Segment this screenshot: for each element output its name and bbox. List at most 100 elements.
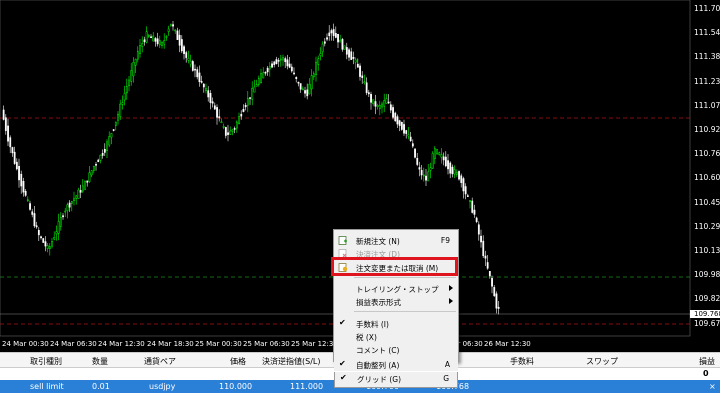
menu-auto-arrange[interactable]: ✔ 自動整列 (A) A xyxy=(334,358,458,371)
candle-body xyxy=(411,143,414,147)
candle-body xyxy=(218,116,221,119)
candle-body xyxy=(297,81,300,84)
candle-body xyxy=(154,38,157,42)
candle-body xyxy=(141,43,144,47)
candle-body xyxy=(150,36,152,38)
candle-body xyxy=(438,152,441,155)
candle-body xyxy=(213,105,216,110)
highlight-box xyxy=(331,257,458,276)
order-type: sell limit xyxy=(30,382,64,391)
candle-body xyxy=(378,104,381,109)
col-sl[interactable]: 決済逆指値(S/L) xyxy=(262,356,320,367)
candle-body xyxy=(271,63,273,68)
menu-commission[interactable]: ✔ 手数料 (I) xyxy=(334,317,458,330)
col-volume[interactable]: 数量 xyxy=(92,356,108,367)
price-tick-label: 110.760 xyxy=(694,149,720,159)
candle-body xyxy=(53,237,56,240)
col-price[interactable]: 価格 xyxy=(230,356,246,367)
candle-body xyxy=(24,190,27,196)
candle-body xyxy=(350,51,353,60)
candle-body xyxy=(128,79,130,86)
candle-body xyxy=(392,107,394,118)
candle-body xyxy=(123,92,126,101)
checkmark-icon: ✔ xyxy=(340,373,347,382)
candle-body xyxy=(251,87,254,100)
price-tick-label: 110.605 xyxy=(694,173,720,183)
candle-body xyxy=(108,136,111,146)
candle-body xyxy=(4,117,7,131)
candle-body xyxy=(7,125,9,142)
time-tick-label: 25 Mar 00:30 xyxy=(195,340,242,348)
candle-body xyxy=(260,73,262,83)
menu-profit-display[interactable]: 損益表示形式 xyxy=(334,295,458,308)
candle-body xyxy=(55,231,58,235)
price-tick-label: 110.450 xyxy=(694,197,720,207)
menu-new-order[interactable]: 新規注文 (N) F9 xyxy=(334,234,458,247)
candle-body xyxy=(147,35,150,37)
order-volume: 0.01 xyxy=(92,382,110,391)
candle-body xyxy=(216,107,218,118)
candle-body xyxy=(106,141,108,151)
candle-body xyxy=(471,200,474,213)
candle-body xyxy=(480,235,482,243)
candle-body xyxy=(73,198,75,202)
time-tick-label: 24 Mar 12:30 xyxy=(98,340,145,348)
candle-body xyxy=(257,78,260,85)
candle-body xyxy=(235,121,238,129)
candle-body xyxy=(317,58,320,65)
candle-body xyxy=(103,149,106,153)
candle-body xyxy=(416,157,419,165)
candle-body xyxy=(22,180,25,193)
candle-body xyxy=(70,201,73,204)
price-tick-label: 110.135 xyxy=(694,246,720,255)
candle-body xyxy=(66,204,69,211)
col-symbol[interactable]: 通貨ペア xyxy=(144,356,176,367)
candle-body xyxy=(326,37,328,40)
menu-tax[interactable]: 税 (X) xyxy=(334,330,458,343)
price-tick-label: 111.075 xyxy=(694,100,720,110)
candle-body xyxy=(374,101,377,107)
candle-body xyxy=(387,101,390,104)
candle-body xyxy=(132,61,135,77)
candle-body xyxy=(354,59,357,63)
candle-body xyxy=(255,84,258,87)
menu-comment[interactable]: コメント (C) xyxy=(334,343,458,356)
candle-body xyxy=(86,180,89,183)
menu-grid[interactable]: ✔ グリッド (G) G xyxy=(334,372,458,388)
candle-body xyxy=(407,134,410,137)
col-commission[interactable]: 手数料 xyxy=(510,356,534,367)
col-profit[interactable]: 損益 xyxy=(699,356,715,367)
candle-body xyxy=(134,58,137,66)
candle-body xyxy=(365,82,368,94)
candle-body xyxy=(422,174,425,177)
candle-body xyxy=(227,132,229,135)
submenu-arrow-icon xyxy=(449,285,453,291)
candle-body xyxy=(301,88,304,91)
candle-body xyxy=(262,72,265,79)
candle-body xyxy=(427,171,430,182)
candle-body xyxy=(343,45,346,50)
candle-body xyxy=(381,103,383,108)
candle-body xyxy=(84,181,86,190)
price-tick-label: 109.825 xyxy=(694,294,720,304)
col-order-type[interactable]: 取引種別 xyxy=(30,356,62,367)
candle-body xyxy=(77,189,80,199)
candle-body xyxy=(180,39,183,52)
candle-body xyxy=(44,241,47,247)
price-tick-label: 110.920 xyxy=(694,125,720,134)
candle-body xyxy=(348,49,350,58)
menu-separator xyxy=(354,277,456,278)
candle-body xyxy=(143,39,146,43)
candle-body xyxy=(385,98,388,104)
candle-body xyxy=(425,175,427,181)
candle-body xyxy=(458,171,460,180)
col-swap[interactable]: スワップ xyxy=(586,356,618,367)
candle-body xyxy=(370,93,372,103)
candle-body xyxy=(110,133,113,138)
candle-body xyxy=(398,120,401,126)
candle-body xyxy=(209,92,212,103)
candle-body xyxy=(273,61,276,65)
candle-body xyxy=(185,52,188,58)
menu-trailing-stop[interactable]: トレイリング・ストップ xyxy=(334,282,458,295)
order-close-button[interactable]: × xyxy=(709,382,716,391)
